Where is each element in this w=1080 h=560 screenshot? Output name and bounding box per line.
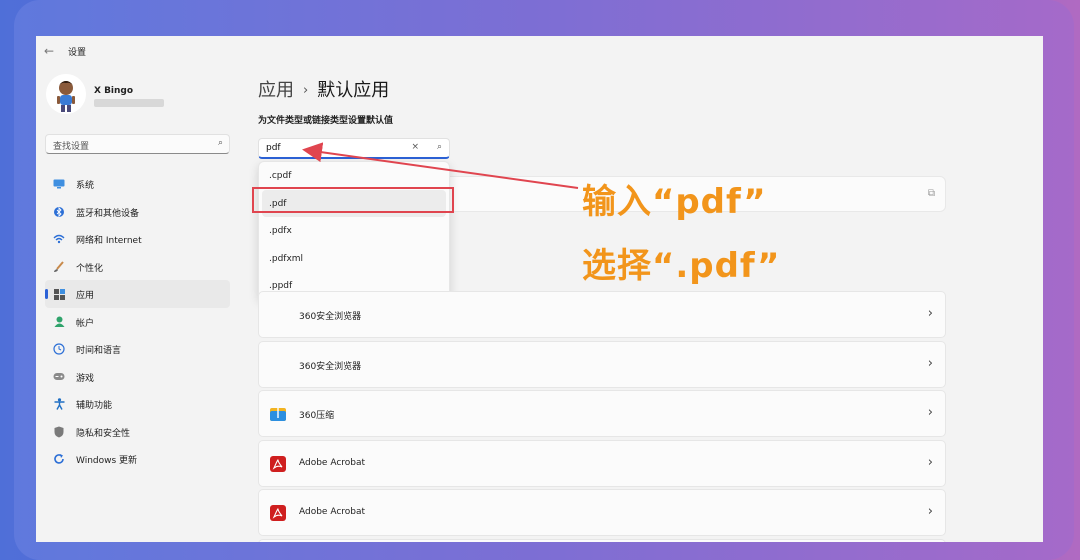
sidebar-item-label: 隐私和安全性 xyxy=(76,428,131,439)
update-icon xyxy=(53,453,65,465)
sidebar-item-label: 时间和语言 xyxy=(76,346,122,356)
sidebar-item-accounts[interactable]: 帐户 xyxy=(45,308,230,336)
search-suggestions-dropdown: .cpdf .pdf .pdfx .pdfxml .ppdf xyxy=(258,161,450,299)
app-row[interactable]: Adobe Acrobat › xyxy=(258,489,946,536)
sidebar-item-time-language[interactable]: 时间和语言 xyxy=(45,335,230,363)
system-icon xyxy=(53,178,65,190)
bluetooth-icon xyxy=(53,206,65,218)
chevron-right-icon: › xyxy=(927,405,933,420)
breadcrumb: 应用 › 默认应用 xyxy=(258,76,389,102)
shield-icon xyxy=(53,426,65,438)
app-name: Adobe Acrobat xyxy=(299,458,366,468)
file-type-search-input[interactable]: pdf × ⌕ xyxy=(258,138,450,159)
wifi-icon xyxy=(53,233,65,245)
sidebar-item-label: Windows 更新 xyxy=(76,456,138,466)
section-subtitle: 为文件类型或链接类型设置默认值 xyxy=(258,116,394,126)
app-name: 360安全浏览器 xyxy=(299,312,362,322)
clear-icon[interactable]: × xyxy=(411,142,419,152)
sidebar-item-label: 个性化 xyxy=(76,263,104,274)
app-row[interactable]: Adobe Acrobat › xyxy=(258,440,946,487)
account-icon xyxy=(53,316,65,328)
sidebar-item-label: 系统 xyxy=(76,181,95,191)
sidebar-nav: 系统 蓝牙和其他设备 网络和 Internet 个性化 应用 帐户 时间和语言 … xyxy=(45,170,230,473)
chevron-right-icon: › xyxy=(927,306,933,321)
settings-window: ← 设置 X Bingo 查找设置 ⌕ 系统 蓝牙和其他设备 网络和 Inter… xyxy=(36,36,1043,542)
breadcrumb-chevron-icon: › xyxy=(303,83,309,98)
sidebar-item-bluetooth[interactable]: 蓝牙和其他设备 xyxy=(45,198,230,226)
globe-clock-icon xyxy=(53,343,65,355)
app-name: 360压缩 xyxy=(299,411,335,421)
suggestion-item[interactable]: .pdfxml xyxy=(259,245,449,273)
sidebar-item-label: 游戏 xyxy=(76,373,95,384)
breadcrumb-root[interactable]: 应用 xyxy=(258,80,294,101)
profile-email-redacted xyxy=(94,99,164,107)
chevron-right-icon: › xyxy=(927,455,933,470)
search-icon: ⌕ xyxy=(217,138,223,148)
sidebar-item-personalization[interactable]: 个性化 xyxy=(45,253,230,281)
apps-icon xyxy=(53,288,65,300)
sidebar-item-windows-update[interactable]: Windows 更新 xyxy=(45,445,230,473)
app-title: 设置 xyxy=(68,48,87,58)
sidebar-item-label: 帐户 xyxy=(76,318,95,329)
settings-search-placeholder: 查找设置 xyxy=(53,142,90,152)
sidebar-item-system[interactable]: 系统 xyxy=(45,170,230,198)
back-arrow-icon[interactable]: ← xyxy=(44,44,58,58)
annotation-step-2: 选择“.pdf” xyxy=(582,246,781,286)
sidebar-item-label: 应用 xyxy=(76,291,95,301)
sidebar-item-apps[interactable]: 应用 xyxy=(45,280,230,308)
app-row[interactable]: 360安全浏览器 › xyxy=(258,291,946,338)
search-value: pdf xyxy=(266,143,281,153)
open-external-icon[interactable]: ⧉ xyxy=(928,188,935,199)
settings-search-input[interactable]: 查找设置 ⌕ xyxy=(45,134,230,154)
app-name: Adobe Acrobat xyxy=(299,507,366,517)
sidebar-item-privacy[interactable]: 隐私和安全性 xyxy=(45,418,230,446)
acrobat-icon xyxy=(270,456,286,472)
suggestion-item[interactable]: .cpdf xyxy=(259,162,449,190)
chevron-right-icon: › xyxy=(927,356,933,371)
sidebar-item-label: 网络和 Internet xyxy=(76,236,142,246)
sidebar-item-accessibility[interactable]: 辅助功能 xyxy=(45,390,230,418)
360-zip-icon xyxy=(270,406,286,422)
brush-icon xyxy=(53,260,65,273)
suggestion-item[interactable]: .pdfx xyxy=(259,217,449,245)
avatar[interactable] xyxy=(46,74,86,114)
page-title: 默认应用 xyxy=(317,80,390,101)
search-icon[interactable]: ⌕ xyxy=(437,142,442,152)
sidebar-item-label: 蓝牙和其他设备 xyxy=(76,208,140,219)
app-row[interactable]: 360安全浏览器 › xyxy=(258,341,946,388)
accessibility-icon xyxy=(53,398,65,410)
chevron-right-icon: › xyxy=(927,504,933,519)
acrobat-icon xyxy=(270,505,286,521)
sidebar-item-label: 辅助功能 xyxy=(76,401,113,411)
annotation-step-1: 输入“pdf” xyxy=(582,182,767,222)
sidebar-item-gaming[interactable]: 游戏 xyxy=(45,363,230,391)
title-bar: ← 设置 xyxy=(36,36,1043,68)
annotation-highlight-box xyxy=(252,187,454,213)
app-name: 360安全浏览器 xyxy=(299,362,362,372)
sidebar-item-network[interactable]: 网络和 Internet xyxy=(45,225,230,253)
app-row[interactable]: 360压缩 › xyxy=(258,390,946,437)
gamepad-icon xyxy=(53,371,65,383)
profile-name: X Bingo xyxy=(94,86,134,96)
